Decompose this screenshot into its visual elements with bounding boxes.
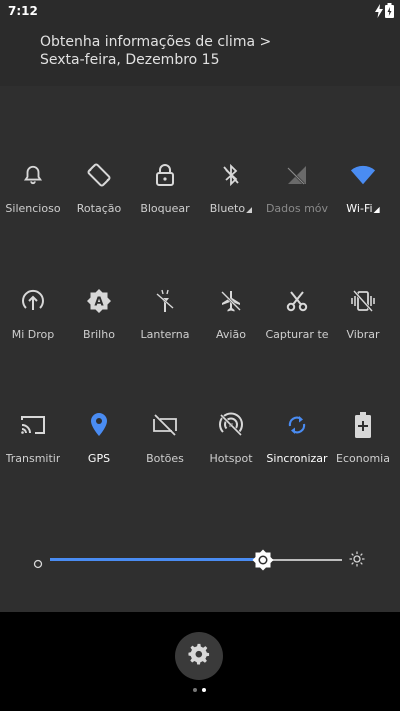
weather-link[interactable]: Obtenha informações de clima > xyxy=(40,34,271,50)
tile-label: Brilho xyxy=(83,328,115,341)
svg-text:A: A xyxy=(94,295,104,309)
tile-label: Botões xyxy=(146,452,184,465)
brightness-track-fill xyxy=(50,558,264,561)
battery-icon xyxy=(385,3,394,22)
tile-lanterna[interactable]: Lanterna xyxy=(132,288,198,358)
tile-label-wrap: Blueto◢ xyxy=(210,202,253,215)
expand-caret-icon: ◢ xyxy=(246,205,253,214)
wifi-icon xyxy=(350,162,376,188)
bell-icon xyxy=(20,162,46,188)
brightness-high-icon xyxy=(349,551,365,567)
tile-label: Sincronizar xyxy=(266,452,328,465)
tile-label: Rotação xyxy=(76,202,122,215)
tile-label: GPS xyxy=(87,452,111,465)
tile-bluetooth[interactable]: Blueto◢ xyxy=(198,162,264,232)
page-dot-active xyxy=(202,688,206,692)
tile-mi-drop[interactable]: Mi Drop xyxy=(0,288,66,358)
tile-hotspot[interactable]: Hotspot xyxy=(198,412,264,482)
tile-aviao[interactable]: Avião xyxy=(198,288,264,358)
page-dot xyxy=(193,688,197,692)
tile-label: Bloquear xyxy=(140,202,190,215)
brightness-slider[interactable] xyxy=(0,546,400,576)
settings-button[interactable] xyxy=(175,632,223,680)
tile-sincronizar[interactable]: Sincronizar xyxy=(264,412,330,482)
date-text[interactable]: Sexta-feira, Dezembro 15 xyxy=(40,52,219,68)
scissors-icon xyxy=(284,288,310,314)
mi-drop-icon xyxy=(20,288,46,314)
battery-saver-icon xyxy=(350,412,376,438)
tile-brilho[interactable]: A Brilho xyxy=(66,288,132,358)
tile-label: Avião xyxy=(216,328,246,341)
tile-wifi[interactable]: Wi-Fi◢ xyxy=(330,162,396,232)
tile-label: Dados móv xyxy=(265,202,329,215)
lock-icon xyxy=(152,162,178,188)
charging-bolt-icon xyxy=(375,3,383,22)
tile-dados-moveis[interactable]: Dados móv xyxy=(264,162,330,232)
auto-brightness-icon: A xyxy=(86,288,112,314)
mobile-data-off-icon xyxy=(284,162,310,188)
buttons-off-icon xyxy=(152,412,178,438)
tile-label: Silencioso xyxy=(5,202,61,215)
tile-capturar-tela[interactable]: Capturar te xyxy=(264,288,330,358)
tile-rotacao[interactable]: Rotação xyxy=(66,162,132,232)
bluetooth-off-icon xyxy=(218,162,244,188)
flashlight-icon xyxy=(152,288,178,314)
tile-transmitir[interactable]: Transmitir xyxy=(0,412,66,482)
brightness-thumb[interactable] xyxy=(252,549,274,571)
gear-icon xyxy=(188,643,210,669)
notification-header: Obtenha informações de clima > Sexta-fei… xyxy=(0,24,400,86)
brightness-low-icon xyxy=(33,554,43,569)
tile-label: Lanterna xyxy=(140,328,190,341)
status-time: 7:12 xyxy=(8,4,38,18)
airplane-icon xyxy=(218,288,244,314)
bottom-area xyxy=(0,612,400,711)
tile-bloquear[interactable]: Bloquear xyxy=(132,162,198,232)
tile-silencioso[interactable]: Silencioso xyxy=(0,162,66,232)
location-icon xyxy=(86,412,112,438)
hotspot-off-icon xyxy=(218,412,244,438)
tile-label: Vibrar xyxy=(346,328,380,341)
tile-label: Hotspot xyxy=(209,452,253,465)
tile-vibrar[interactable]: Vibrar xyxy=(330,288,396,358)
rotation-icon xyxy=(86,162,112,188)
tile-economia[interactable]: Economia xyxy=(330,412,396,482)
vibrate-icon xyxy=(350,288,376,314)
tile-gps[interactable]: GPS xyxy=(66,412,132,482)
tile-label: Mi Drop xyxy=(11,328,55,341)
tile-label: Economia xyxy=(336,452,390,465)
sync-icon xyxy=(284,412,310,438)
tile-botoes[interactable]: Botões xyxy=(132,412,198,482)
expand-caret-icon: ◢ xyxy=(373,205,380,214)
status-icons xyxy=(375,3,394,22)
tile-label-wrap: Wi-Fi◢ xyxy=(346,202,379,215)
tile-label: Capturar te xyxy=(265,328,329,341)
quick-settings-panel: Silencioso Rotação Bloquear Blueto◢ Dado… xyxy=(0,86,400,612)
tile-label: Blueto xyxy=(209,202,246,215)
tile-label: Transmitir xyxy=(5,452,61,465)
page-indicator xyxy=(193,688,206,692)
status-bar: 7:12 xyxy=(0,0,400,24)
cast-icon xyxy=(20,412,46,438)
tile-label: Wi-Fi xyxy=(346,202,373,215)
